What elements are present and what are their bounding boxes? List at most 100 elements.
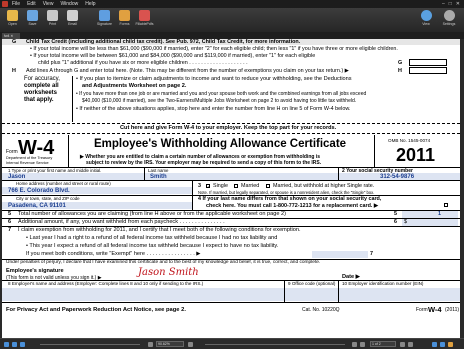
fillable-pdfs-label: FillablePdfs xyxy=(135,22,154,26)
address-field[interactable]: 766 E. Colorado Blvd. xyxy=(8,188,70,194)
allowances-field[interactable]: 1 xyxy=(438,211,441,217)
h-bullet-2: • If you have more than one job or are m… xyxy=(76,91,367,97)
folder-open-icon xyxy=(7,10,18,21)
footer-privacy-notice: For Privacy Act and Paperwork Reduction … xyxy=(6,307,186,313)
married-higher-single-checkbox[interactable] xyxy=(266,183,270,188)
line-3-label: 3 xyxy=(198,183,201,189)
menu-window[interactable]: Window xyxy=(60,1,78,7)
city-field[interactable]: Pasadena, CA 91101 xyxy=(8,203,66,209)
line-g-title: Child Tax Credit (including additional c… xyxy=(26,39,301,45)
fit-width-icon[interactable] xyxy=(432,342,437,347)
fit-page-icon[interactable] xyxy=(440,342,445,347)
married-checkbox[interactable] xyxy=(234,183,238,188)
menu-help[interactable]: Help xyxy=(85,1,95,7)
forms-button[interactable]: Forms xyxy=(116,10,133,26)
window-controls: – □ ✕ xyxy=(442,1,464,7)
maximize-button[interactable]: □ xyxy=(449,1,452,7)
line-6-box-number: 6 xyxy=(394,219,397,225)
print-button[interactable]: Print xyxy=(44,10,61,26)
zoom-level-field[interactable]: 90.62% xyxy=(156,341,184,347)
view-label: View xyxy=(422,22,430,26)
zoom-out-icon[interactable] xyxy=(148,342,153,347)
perjury-statement: Under penalties of perjury, I declare th… xyxy=(6,260,321,265)
rotate-icon[interactable] xyxy=(448,342,453,347)
line-4-text-1: 4 If your last name differs from that sh… xyxy=(198,196,382,202)
dept-treasury: Department of the Treasury xyxy=(6,156,53,160)
footer-cat-no: Cat. No. 10220Q xyxy=(302,307,340,313)
previous-page-icon[interactable] xyxy=(360,342,365,347)
employee-signature[interactable]: Jason Smith xyxy=(138,267,199,278)
email-icon xyxy=(67,10,78,21)
cut-line-text: Cut here and give Form W-4 to your emplo… xyxy=(120,125,337,131)
home-address-label: Home address (number and street or rural… xyxy=(16,181,111,186)
line-6-text: Additional amount, if any, you want with… xyxy=(18,219,225,225)
line-g-bullet-3: child plus "1" additional if you have si… xyxy=(38,60,248,66)
line-g-bullet-1: • If your total income will be less than… xyxy=(30,46,398,52)
toolbar: Open Save Print Email Signature Forms Fi… xyxy=(0,8,464,32)
open-label: Open xyxy=(8,22,17,26)
dept-irs: Internal Revenue Service xyxy=(6,161,49,165)
email-button[interactable]: Email xyxy=(64,10,81,26)
line-g-bullet-2: • If your total income will be between $… xyxy=(30,53,316,59)
h-bullet-3: • If neither of the above situations app… xyxy=(76,106,351,112)
page-number-field[interactable]: 1 of 2 xyxy=(370,341,396,347)
last-page-icon[interactable] xyxy=(408,342,413,347)
menu-edit[interactable]: Edit xyxy=(27,1,36,7)
line-7-bullet-2: • This year I expect a refund of all fed… xyxy=(26,243,279,249)
line-h-letter: H xyxy=(398,68,402,74)
view-button[interactable]: View xyxy=(416,10,436,26)
signature-button[interactable]: Signature xyxy=(96,10,113,26)
omb-number: OMB No. 1545-0074 xyxy=(388,138,431,143)
line-8-label: 8 Employer's name and address (Employer:… xyxy=(8,281,204,286)
status-bar: 90.62% 1 of 2 xyxy=(0,338,464,349)
line-h-input[interactable] xyxy=(409,67,447,74)
side-label-line-3: worksheets xyxy=(24,90,58,96)
certificate-title: Employee's Withholding Allowance Certifi… xyxy=(94,138,347,150)
open-button[interactable]: Open xyxy=(4,10,21,26)
settings-label: Settings xyxy=(442,22,456,26)
line-5-number: 5 xyxy=(8,211,12,217)
minimize-button[interactable]: – xyxy=(442,1,445,7)
certificate-subtitle-2: subject to review by the IRS. Your emplo… xyxy=(86,160,322,166)
settings-button[interactable]: Settings xyxy=(439,10,459,26)
additional-amount-field[interactable]: $ xyxy=(404,219,407,225)
app-logo-icon xyxy=(2,1,8,7)
print-icon xyxy=(47,10,58,21)
fillable-pdfs-button[interactable]: FillablePdfs xyxy=(135,10,154,26)
form-year: 2011 xyxy=(396,145,436,165)
line-6-number: 6 xyxy=(8,219,12,225)
name-differs-checkbox[interactable] xyxy=(444,203,448,207)
document-page: G Child Tax Credit (including additional… xyxy=(2,39,460,338)
zoom-slider-track[interactable] xyxy=(40,344,140,345)
side-label-line-1: For accuracy, xyxy=(24,76,60,82)
menu-view[interactable]: View xyxy=(43,1,54,7)
close-window-button[interactable]: ✕ xyxy=(456,1,460,7)
menu-file[interactable]: File xyxy=(12,1,20,7)
married-higher-label: Married, but withhold at higher Single r… xyxy=(273,183,375,189)
signature-label: Signature xyxy=(97,22,112,26)
line-g-input[interactable] xyxy=(409,59,447,66)
single-page-view-icon[interactable] xyxy=(4,342,9,347)
city-label: City or town, state, and ZIP code xyxy=(16,196,80,201)
zoom-in-icon[interactable] xyxy=(188,342,193,347)
side-label-line-4: that apply. xyxy=(24,97,54,103)
line-10-label: 10 Employer identification number (EIN) xyxy=(342,281,424,286)
line-4-text-2: check here. You must call 1-800-772-1213… xyxy=(206,203,379,209)
save-button[interactable]: Save xyxy=(24,10,41,26)
page-slider-track[interactable] xyxy=(205,344,345,345)
two-page-view-icon[interactable] xyxy=(12,342,17,347)
h-bullet-1b: and Adjustments Worksheet on page 2. xyxy=(82,83,187,89)
next-page-icon[interactable] xyxy=(400,342,405,347)
single-label: Single xyxy=(213,183,228,189)
first-page-icon[interactable] xyxy=(352,342,357,347)
line-g-label: G xyxy=(12,39,17,45)
save-label: Save xyxy=(28,22,37,26)
continuous-view-icon[interactable] xyxy=(20,342,25,347)
worksheet-side-label: For accuracy, complete all worksheets th… xyxy=(24,76,60,104)
line-7-number: 7 xyxy=(8,227,12,233)
footer-form-prefix: Form xyxy=(416,307,428,313)
single-checkbox[interactable]: ✓ xyxy=(206,183,210,188)
h-bullet-1: • If you plan to itemize or claim adjust… xyxy=(76,76,352,82)
line-7-bullet-1: • Last year I had a right to a refund of… xyxy=(26,235,278,241)
email-label: Email xyxy=(68,22,77,26)
